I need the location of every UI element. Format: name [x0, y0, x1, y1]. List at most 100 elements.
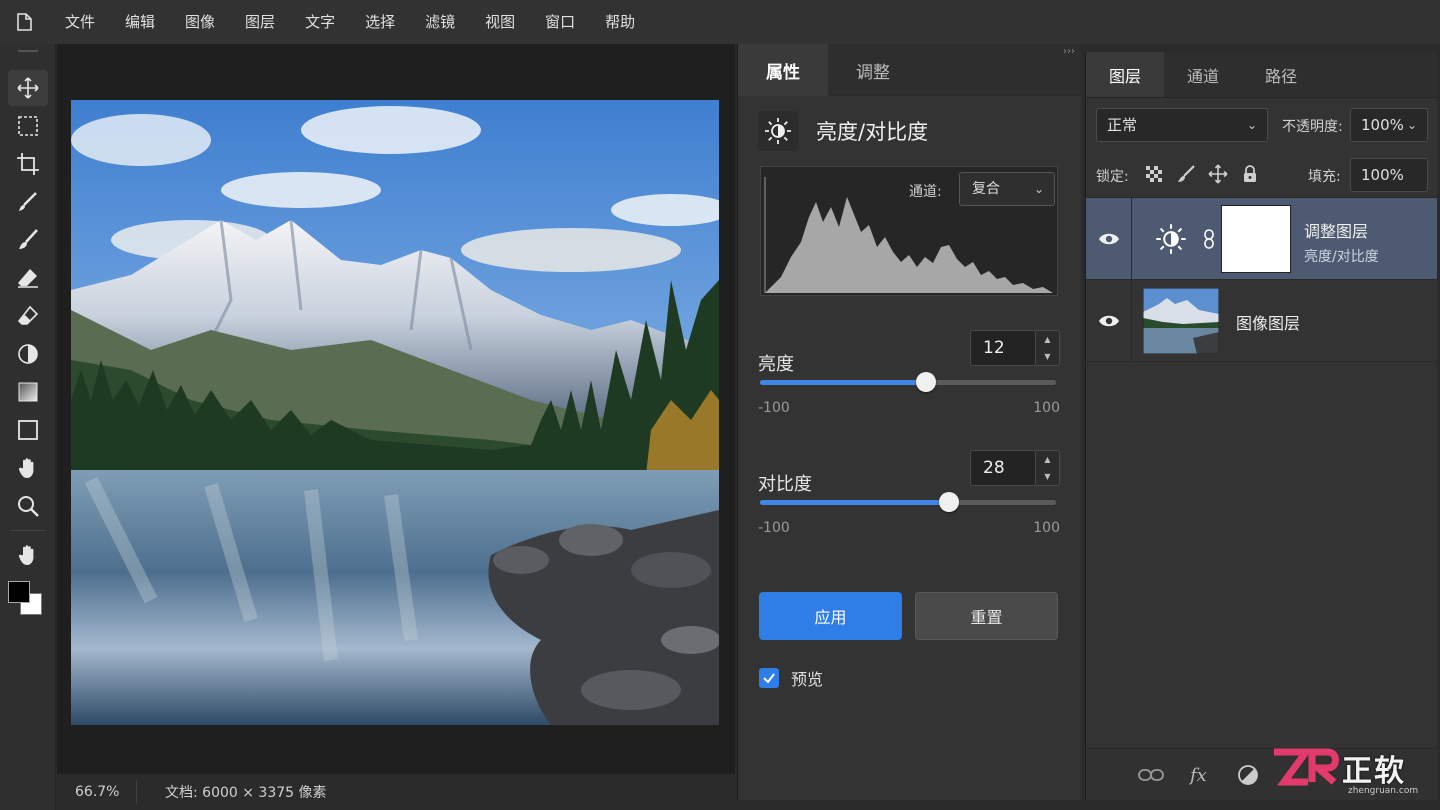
lock-all-icon[interactable] [1240, 164, 1260, 184]
brightness-control: 亮度 12 ▲ ▼ -100 100 [758, 330, 1060, 450]
layers-tabs: 图层 通道 路径 [1086, 52, 1437, 98]
brightness-stepper[interactable]: ▲ ▼ [1036, 330, 1060, 366]
tab-paths[interactable]: 路径 [1242, 52, 1320, 97]
menu-layer[interactable]: 图层 [230, 0, 290, 44]
zoom-tool[interactable] [8, 488, 48, 524]
brush-tool[interactable] [8, 222, 48, 258]
eraser-tool[interactable] [8, 260, 48, 296]
layer-row-image[interactable]: 图像图层 [1086, 280, 1437, 362]
menu-select[interactable]: 选择 [350, 0, 410, 44]
shape-icon [17, 420, 38, 440]
document-image[interactable] [71, 100, 719, 725]
brightness-input[interactable]: 12 [970, 330, 1036, 366]
opacity-label: 不透明度: [1282, 119, 1343, 135]
blend-options: 正常 ⌄ 不透明度: 100% ⌄ [1086, 98, 1437, 152]
tab-channels[interactable]: 通道 [1164, 52, 1242, 97]
channel-dropdown[interactable]: 复合 ⌄ [959, 172, 1055, 206]
brightness-slider-track[interactable] [760, 372, 1056, 392]
tab-adjustments[interactable]: 调整 [828, 44, 918, 96]
hand-grab-tool[interactable] [8, 537, 48, 573]
contrast-input[interactable]: 28 [970, 450, 1036, 486]
contrast-slider-track[interactable] [760, 492, 1056, 512]
menu-help[interactable]: 帮助 [590, 0, 650, 44]
channel-value: 复合 [972, 181, 1000, 197]
menu-edit[interactable]: 编辑 [110, 0, 170, 44]
fx-icon[interactable]: fx [1188, 763, 1214, 787]
image-layer-thumbnail[interactable] [1143, 288, 1219, 354]
decrement-icon[interactable]: ▼ [1036, 348, 1059, 365]
toolbar-grip[interactable] [17, 50, 38, 52]
move-icon [16, 77, 39, 99]
increment-icon[interactable]: ▲ [1036, 451, 1059, 468]
reset-button[interactable]: 重置 [915, 592, 1058, 640]
lock-position-icon[interactable] [1208, 164, 1228, 184]
brightness-label: 亮度 [758, 354, 794, 375]
eraser-alt-tool[interactable] [8, 298, 48, 334]
shape-tool[interactable] [8, 412, 48, 448]
menu-type[interactable]: 文字 [290, 0, 350, 44]
dodge-tool[interactable] [8, 336, 48, 372]
increment-icon[interactable]: ▲ [1036, 331, 1059, 348]
adjustment-fill-icon[interactable] [1236, 763, 1260, 787]
zoom-level[interactable]: 66.7% [57, 780, 137, 804]
eye-icon[interactable] [1098, 310, 1120, 332]
properties-panel: ››› 属性 调整 亮度/对比度 通道: 复合 ⌄ 亮度 12 ▲ ▼ -100 [737, 44, 1081, 800]
move-tool[interactable] [7, 70, 48, 106]
collapse-panel-icon[interactable]: ››› [1063, 46, 1075, 57]
marquee-tool[interactable] [8, 108, 48, 144]
eye-icon[interactable] [1098, 228, 1120, 250]
contrast-min: -100 [758, 520, 790, 536]
channel-label: 通道: [909, 184, 942, 200]
foreground-color-swatch[interactable] [7, 581, 30, 603]
menu-view[interactable]: 视图 [470, 0, 530, 44]
eraser-alt-icon [17, 305, 38, 325]
gradient-icon [18, 382, 37, 402]
dodge-icon [17, 344, 38, 364]
tab-properties[interactable]: 属性 [738, 44, 828, 96]
menu-filter[interactable]: 滤镜 [410, 0, 470, 44]
preview-checkbox[interactable] [759, 668, 779, 688]
preview-label: 预览 [791, 670, 824, 689]
layer-row-adjustment[interactable]: 调整图层 亮度/对比度 [1086, 198, 1437, 280]
hand-tool[interactable] [8, 450, 48, 486]
brand-watermark: 正软 zhengruan.com [1268, 742, 1438, 802]
color-swatches[interactable] [7, 581, 48, 621]
histogram: 通道: 复合 ⌄ [760, 166, 1058, 296]
brightness-slider-fill [760, 380, 926, 385]
layer-mask-thumbnail[interactable] [1221, 205, 1291, 273]
app-folder-icon[interactable] [0, 0, 50, 44]
apply-button[interactable]: 应用 [759, 592, 902, 640]
mountain-lake-photo [71, 100, 719, 725]
fill-label: 填充: [1308, 169, 1341, 185]
canvas-area[interactable] [57, 44, 735, 774]
menu-image[interactable]: 图像 [170, 0, 230, 44]
visibility-column [1086, 198, 1132, 280]
lock-transparency-icon[interactable] [1144, 164, 1164, 184]
link-layers-icon[interactable] [1138, 765, 1164, 785]
decrement-icon[interactable]: ▼ [1036, 468, 1059, 485]
crop-tool[interactable] [8, 146, 48, 182]
tab-layers[interactable]: 图层 [1086, 52, 1164, 97]
contrast-slider-thumb[interactable] [939, 492, 960, 512]
status-bar: 66.7% 文档: 6000 × 3375 像素 [57, 774, 735, 810]
eraser-icon [17, 269, 38, 288]
layer-name[interactable]: 调整图层 [1304, 218, 1368, 242]
fill-input[interactable]: 100% [1350, 158, 1428, 192]
preview-toggle[interactable]: 预览 [759, 666, 823, 690]
layer-name[interactable]: 图像图层 [1236, 310, 1300, 334]
chevron-down-icon: ⌄ [1406, 118, 1417, 132]
watermark-brand-text: 正软 [1342, 754, 1406, 789]
adjustment-header: 亮度/对比度 [738, 96, 1081, 166]
pencil-tool[interactable] [8, 184, 48, 220]
menu-file[interactable]: 文件 [50, 0, 110, 44]
contrast-stepper[interactable]: ▲ ▼ [1036, 450, 1060, 486]
svg-text:fx: fx [1188, 765, 1207, 786]
link-icon[interactable] [1202, 228, 1216, 250]
menu-window[interactable]: 窗口 [530, 0, 590, 44]
lock-pixels-icon[interactable] [1176, 164, 1196, 184]
brightness-slider-thumb[interactable] [915, 372, 936, 392]
crop-icon [16, 153, 39, 175]
blend-mode-dropdown[interactable]: 正常 ⌄ [1096, 108, 1268, 142]
gradient-tool[interactable] [8, 374, 48, 410]
opacity-dropdown[interactable]: 100% ⌄ [1350, 108, 1428, 142]
